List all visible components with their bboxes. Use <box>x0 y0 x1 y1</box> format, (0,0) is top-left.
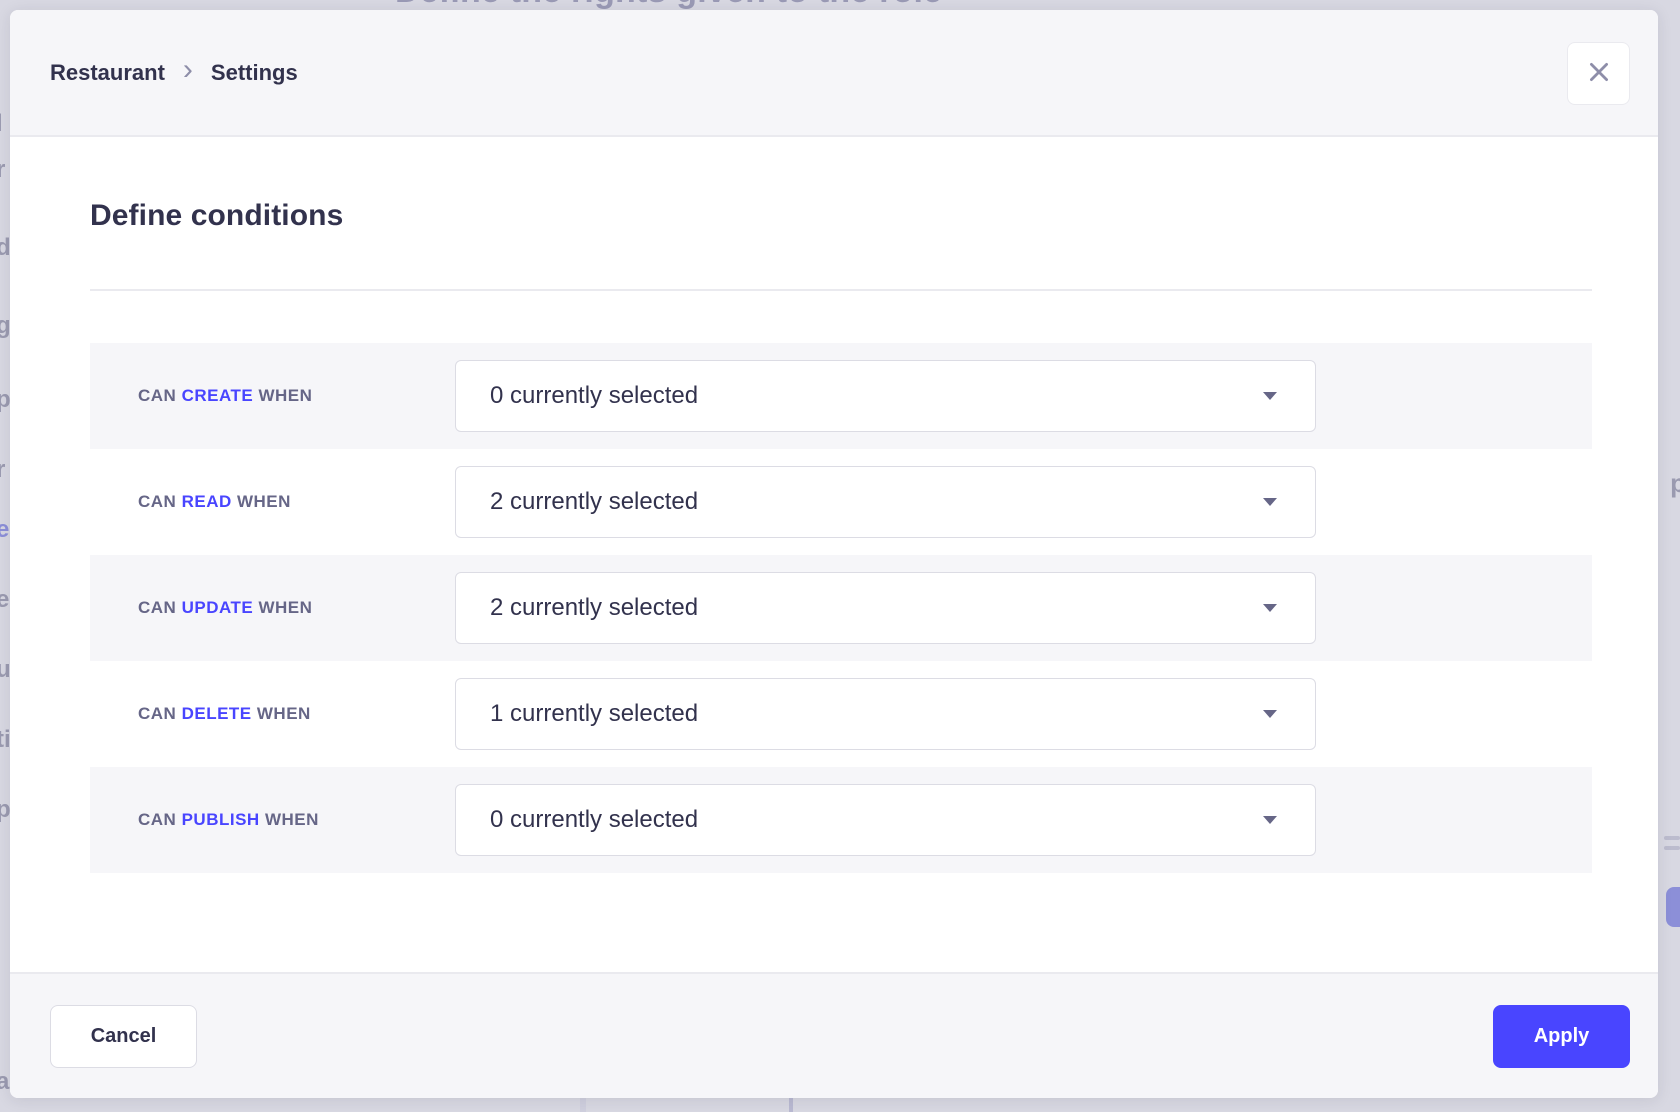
action-name-read: READ <box>182 492 232 511</box>
create-conditions-select[interactable]: 0 currently selected <box>455 360 1316 432</box>
cancel-button[interactable]: Cancel <box>50 1005 197 1068</box>
condition-label-update: CAN UPDATE WHEN <box>90 598 312 618</box>
backdrop-text-fragment: r <box>0 458 5 482</box>
read-conditions-select[interactable]: 2 currently selected <box>455 466 1316 538</box>
condition-label-read: CAN READ WHEN <box>90 492 291 512</box>
select-value: 0 currently selected <box>490 382 698 410</box>
backdrop-table-lines <box>1664 836 1680 856</box>
chevron-right-icon: › <box>183 59 193 87</box>
select-value: 2 currently selected <box>490 594 698 622</box>
condition-label-create: CAN CREATE WHEN <box>90 386 312 406</box>
chevron-down-icon <box>1263 604 1277 612</box>
backdrop-text-fragment: e <box>0 518 9 542</box>
backdrop-grid-line <box>580 1098 586 1112</box>
select-value: 2 currently selected <box>490 488 698 516</box>
modal-header: Restaurant › Settings <box>10 10 1658 137</box>
modal-body: Define conditions CAN CREATE WHEN 0 curr… <box>10 137 1658 972</box>
apply-button[interactable]: Apply <box>1493 1005 1630 1068</box>
modal-footer: Cancel Apply <box>10 972 1658 1098</box>
select-value: 0 currently selected <box>490 806 698 834</box>
chevron-down-icon <box>1263 816 1277 824</box>
backdrop-text-fragment: l <box>0 112 3 136</box>
define-conditions-modal: Restaurant › Settings Define conditions … <box>10 10 1658 1098</box>
conditions-list: CAN CREATE WHEN 0 currently selected CAN… <box>90 343 1592 873</box>
close-button[interactable] <box>1567 42 1630 105</box>
breadcrumb-item-restaurant: Restaurant <box>50 60 165 86</box>
breadcrumb: Restaurant › Settings <box>50 59 298 87</box>
condition-row-publish: CAN PUBLISH WHEN 0 currently selected <box>90 767 1592 873</box>
page-title: Define conditions <box>90 199 1592 233</box>
backdrop-text-fragment: p <box>1670 468 1680 499</box>
backdrop-text-fragment: a <box>0 1070 9 1094</box>
condition-row-update: CAN UPDATE WHEN 2 currently selected <box>90 555 1592 661</box>
close-icon <box>1585 58 1613 89</box>
update-conditions-select[interactable]: 2 currently selected <box>455 572 1316 644</box>
chevron-down-icon <box>1263 498 1277 506</box>
action-name-delete: DELETE <box>182 704 252 723</box>
backdrop-grid-line <box>789 1098 793 1112</box>
backdrop-heading-fragment: Define the rights given to the role <box>395 0 1295 10</box>
condition-row-read: CAN READ WHEN 2 currently selected <box>90 449 1592 555</box>
publish-conditions-select[interactable]: 0 currently selected <box>455 784 1316 856</box>
chevron-down-icon <box>1263 710 1277 718</box>
backdrop-toggle-fragment <box>1666 887 1680 927</box>
condition-label-publish: CAN PUBLISH WHEN <box>90 810 319 830</box>
delete-conditions-select[interactable]: 1 currently selected <box>455 678 1316 750</box>
action-name-update: UPDATE <box>182 598 254 617</box>
select-value: 1 currently selected <box>490 700 698 728</box>
condition-row-delete: CAN DELETE WHEN 1 currently selected <box>90 661 1592 767</box>
condition-row-create: CAN CREATE WHEN 0 currently selected <box>90 343 1592 449</box>
chevron-down-icon <box>1263 392 1277 400</box>
divider <box>90 289 1592 291</box>
action-name-create: CREATE <box>182 386 254 405</box>
action-name-publish: PUBLISH <box>182 810 260 829</box>
condition-label-delete: CAN DELETE WHEN <box>90 704 311 724</box>
backdrop-text-fragment: r <box>0 158 5 182</box>
breadcrumb-item-settings: Settings <box>211 60 298 86</box>
